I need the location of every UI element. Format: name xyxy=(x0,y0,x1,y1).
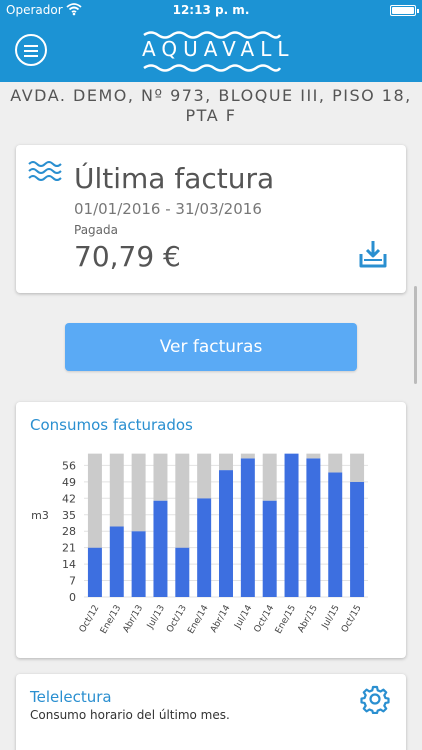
y-tick-label: 14 xyxy=(62,558,76,571)
bar-segment xyxy=(240,453,255,459)
bar-segment xyxy=(87,547,102,597)
supply-address: AVDA. DEMO, Nº 973, BLOQUE III, PISO 18,… xyxy=(0,86,422,126)
telelectura-title: Telelectura xyxy=(30,688,112,706)
bar-segment xyxy=(109,526,124,597)
x-tick-label: Abr/15 xyxy=(296,604,320,635)
scrollbar[interactable] xyxy=(414,286,417,384)
aquavall-logo: AQUAVALL xyxy=(142,29,295,73)
bar-segment xyxy=(131,531,146,597)
bar-segment xyxy=(153,500,168,597)
last-invoice-card[interactable]: Última factura 01/01/2016 - 31/03/2016 P… xyxy=(16,145,406,293)
x-tick-label: Oct/12 xyxy=(78,604,102,635)
invoice-status: Pagada xyxy=(74,223,118,237)
bar-segment xyxy=(306,458,321,597)
x-tick-label: Oct/13 xyxy=(165,604,189,635)
y-tick-label: 49 xyxy=(62,476,76,489)
x-tick-label: Abr/14 xyxy=(209,603,233,634)
y-tick-label: 56 xyxy=(62,459,76,472)
bar-segment xyxy=(262,500,277,597)
bar-segment xyxy=(175,547,190,597)
menu-button[interactable] xyxy=(15,34,47,66)
y-tick-label: 0 xyxy=(69,591,76,604)
y-axis-label: m3 xyxy=(31,509,49,522)
bar-segment xyxy=(284,453,299,597)
waves-icon xyxy=(28,159,62,189)
consumption-chart: 0714212835424956m3Oct/12Ene/13Abr/13 Jul/… xyxy=(31,453,368,636)
clock: 12:13 p. m. xyxy=(172,3,250,17)
bar-segment xyxy=(328,472,343,597)
x-tick-label: Jul/14 xyxy=(233,603,255,631)
bar-segment xyxy=(328,453,343,473)
x-tick-label: Oct/15 xyxy=(340,604,364,635)
x-tick-label: Ene/13 xyxy=(99,604,123,636)
address-line-1: AVDA. DEMO, Nº 973, BLOQUE III, PISO 18, xyxy=(10,86,412,105)
bar-segment xyxy=(240,458,255,597)
download-icon[interactable] xyxy=(357,239,389,273)
bar-segment xyxy=(306,453,321,459)
x-tick-label: Oct/14 xyxy=(253,603,277,634)
bar-segment xyxy=(350,453,365,482)
brand-name: AQUAVALL xyxy=(142,37,295,61)
x-tick-label: Ene/15 xyxy=(274,604,298,636)
y-tick-label: 42 xyxy=(62,492,76,505)
gear-icon[interactable] xyxy=(360,684,390,718)
x-tick-label: Abr/13 xyxy=(122,604,146,635)
bar-segment xyxy=(197,498,212,597)
chart-title: Consumos facturados xyxy=(30,416,193,434)
x-tick-label: Jul/13 xyxy=(145,604,167,632)
bar-segment xyxy=(131,453,146,532)
view-invoices-button[interactable]: Ver facturas xyxy=(65,323,357,371)
x-tick-label: Ene/14 xyxy=(186,603,211,635)
bar-segment xyxy=(219,453,233,471)
telelectura-subtitle: Consumo horario del último mes. xyxy=(30,708,230,722)
bar-segment xyxy=(197,453,212,499)
bar-segment xyxy=(109,453,124,527)
bar-segment xyxy=(262,453,277,501)
invoice-title: Última factura xyxy=(74,162,275,195)
invoice-period: 01/01/2016 - 31/03/2016 xyxy=(74,200,262,218)
x-tick-label: Jul/15 xyxy=(320,604,342,632)
status-bar: Operador 12:13 p. m. xyxy=(0,0,422,20)
bar-segment xyxy=(153,453,168,501)
address-line-2: PTA F xyxy=(185,106,237,125)
consumption-chart-card: Consumos facturados 0 7 14 21 28 35 42 49 56 m3 Oc… xyxy=(16,402,406,658)
y-tick-label: 21 xyxy=(62,542,76,555)
bar-segment xyxy=(175,453,190,548)
battery-icon xyxy=(390,5,419,16)
bar-segment xyxy=(350,481,365,597)
y-tick-label: 28 xyxy=(62,525,76,538)
bar-segment xyxy=(219,470,233,597)
telelectura-card[interactable]: Telelectura Consumo horario del último m… xyxy=(16,674,406,750)
invoice-amount: 70,79 € xyxy=(74,240,181,273)
y-tick-label: 35 xyxy=(62,509,76,522)
app-header: AQUAVALL xyxy=(0,20,422,82)
bar-segment xyxy=(87,453,102,548)
y-tick-label: 7 xyxy=(69,575,76,588)
